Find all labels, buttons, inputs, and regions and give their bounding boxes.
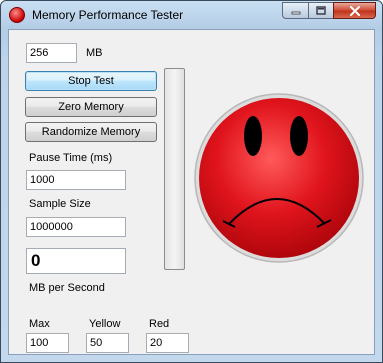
memory-size-input[interactable] [26,43,77,63]
stop-test-button[interactable]: Stop Test [25,71,157,91]
max-input[interactable] [26,333,69,353]
yellow-input[interactable] [86,333,129,353]
sample-size-input[interactable] [26,217,126,237]
right-eye [290,116,308,156]
caption-buttons [282,2,376,20]
yellow-label: Yellow [89,318,121,330]
memory-unit-label: MB [86,47,103,59]
maximize-icon [316,5,326,15]
maximize-button[interactable] [308,2,333,19]
window-title: Memory Performance Tester [32,8,184,22]
app-icon [9,7,25,23]
sample-size-label: Sample Size [29,198,91,210]
zero-memory-button[interactable]: Zero Memory [25,97,157,117]
sad-face-icon [194,93,364,263]
client-area: MB Stop Test Zero Memory Randomize Memor… [8,29,375,355]
red-label: Red [149,318,170,330]
randomize-memory-button[interactable]: Randomize Memory [25,122,157,142]
close-icon [349,5,360,16]
pause-time-label: Pause Time (ms) [29,152,113,164]
rate-display: 0 [26,248,126,274]
close-button[interactable] [333,2,376,19]
max-label: Max [29,318,50,330]
red-input[interactable] [146,333,189,353]
pause-time-input[interactable] [26,170,126,190]
minimize-button[interactable] [282,2,308,19]
app-window: Memory Performance Tester MB [0,0,383,363]
rate-progress-bar [164,68,185,270]
rate-unit-label: MB per Second [29,282,105,294]
minimize-icon [291,11,300,14]
left-eye [244,116,262,156]
title-bar[interactable]: Memory Performance Tester [1,1,382,29]
